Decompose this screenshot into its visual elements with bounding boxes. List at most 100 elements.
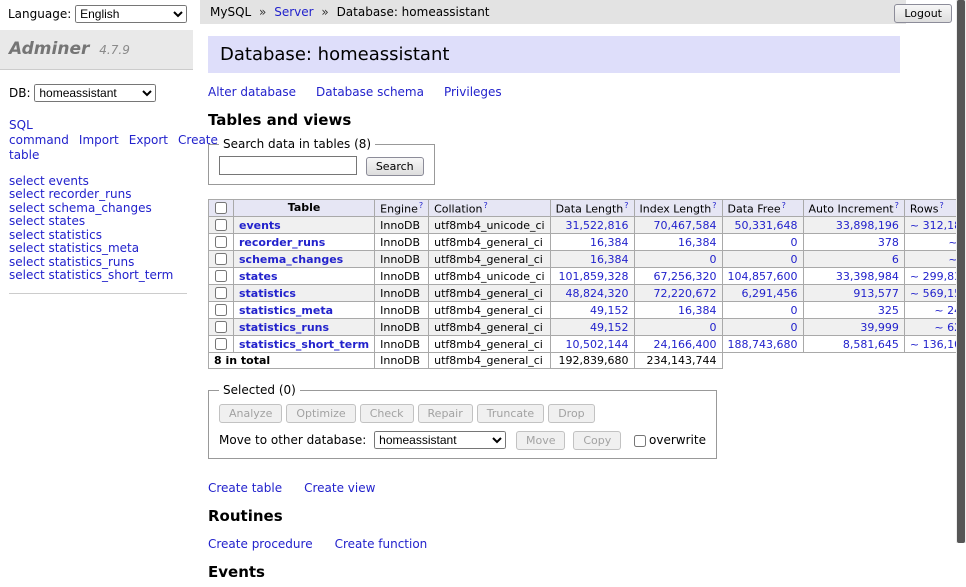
table-link-statistics[interactable]: statistics (239, 287, 296, 300)
cell-auto-increment-link[interactable]: 33,898,196 (809, 219, 899, 232)
cell-data-length-link[interactable]: 16,384 (556, 253, 629, 266)
sidebar-table-link-5[interactable]: select statistics_meta (9, 242, 187, 255)
cell-data-length-link[interactable]: 101,859,328 (556, 270, 629, 283)
row-checkbox-schema_changes[interactable] (215, 253, 227, 265)
cell-data-free-link[interactable]: 50,331,648 (728, 219, 798, 232)
cell-data-free-link[interactable]: 188,743,680 (728, 338, 798, 351)
table-link-statistics_short_term[interactable]: statistics_short_term (239, 338, 369, 351)
cell-data-length-link[interactable]: 10,502,144 (556, 338, 629, 351)
row-checkbox-recorder_runs[interactable] (215, 236, 227, 248)
copy-button[interactable]: Copy (573, 431, 621, 450)
cell-data-free-link[interactable]: 0 (728, 304, 798, 317)
create-link-0[interactable]: Create table (208, 481, 282, 495)
cell-data-length-link[interactable]: 48,824,320 (556, 287, 629, 300)
routine-link-0[interactable]: Create procedure (208, 537, 313, 551)
move-row: Move to other database: homeassistant Mo… (219, 431, 706, 450)
cell-data-free-link[interactable]: 6,291,456 (728, 287, 798, 300)
row-checkbox-events[interactable] (215, 219, 227, 231)
sidebar-link-2[interactable]: Export (129, 133, 168, 147)
cell-auto-increment-link[interactable]: 6 (809, 253, 899, 266)
cell-index-length-link[interactable]: 16,384 (640, 236, 717, 249)
table-link-recorder_runs[interactable]: recorder_runs (239, 236, 325, 249)
db-select[interactable]: homeassistant (34, 84, 156, 102)
sidebar-table-link-6[interactable]: select statistics_runs (9, 256, 187, 269)
cell-auto-increment-link[interactable]: 378 (809, 236, 899, 249)
sidebar-table-link-4[interactable]: select statistics (9, 229, 187, 242)
row-checkbox-statistics_meta[interactable] (215, 304, 227, 316)
cell-data-length: 49,152 (550, 302, 634, 319)
help-link[interactable]: ? (939, 201, 943, 210)
cell-data-free-link[interactable]: 0 (728, 253, 798, 266)
cell-data-length-link[interactable]: 49,152 (556, 321, 629, 334)
cell-auto-increment-link[interactable]: 325 (809, 304, 899, 317)
routine-link-1[interactable]: Create function (335, 537, 428, 551)
help-link[interactable]: ? (782, 201, 786, 210)
sidebar-table-link-7[interactable]: select statistics_short_term (9, 269, 187, 282)
check-button[interactable]: Check (360, 404, 414, 423)
repair-button[interactable]: Repair (418, 404, 473, 423)
row-checkbox-statistics_short_term[interactable] (215, 338, 227, 350)
move-button[interactable]: Move (516, 431, 566, 450)
cell-index-length-link[interactable]: 16,384 (640, 304, 717, 317)
help-link[interactable]: ? (483, 201, 487, 210)
help-link[interactable]: ? (624, 201, 628, 210)
cell-index-length-link[interactable]: 72,220,672 (640, 287, 717, 300)
sidebar-table-link-1[interactable]: select recorder_runs (9, 188, 187, 201)
scrollbar-thumb[interactable] (957, 0, 965, 543)
cell-collation: utf8mb4_general_ci (429, 234, 550, 251)
cell-data-free-link[interactable]: 0 (728, 236, 798, 249)
breadcrumb-server-link[interactable]: Server (274, 5, 313, 19)
cell-index-length-link[interactable]: 24,166,400 (640, 338, 717, 351)
table-link-statistics_runs[interactable]: statistics_runs (239, 321, 329, 334)
cell-index-length-link[interactable]: 67,256,320 (640, 270, 717, 283)
vertical-scrollbar[interactable] (956, 0, 966, 543)
row-checkbox-statistics_runs[interactable] (215, 321, 227, 333)
cell-data-free-link[interactable]: 104,857,600 (728, 270, 798, 283)
cell-table-name: events (234, 217, 375, 234)
optimize-button[interactable]: Optimize (286, 404, 355, 423)
db-action-0[interactable]: Alter database (208, 85, 296, 99)
cell-index-length-link[interactable]: 70,467,584 (640, 219, 717, 232)
cell-data-length: 48,824,320 (550, 285, 634, 302)
logout-button[interactable]: Logout (894, 4, 952, 23)
table-link-states[interactable]: states (239, 270, 278, 283)
help-link[interactable]: ? (712, 201, 716, 210)
routines-heading: Routines (208, 507, 908, 525)
table-link-statistics_meta[interactable]: statistics_meta (239, 304, 333, 317)
cell-index-length-link[interactable]: 0 (640, 253, 717, 266)
search-legend: Search data in tables (8) (219, 137, 375, 151)
cell-data-length-link[interactable]: 49,152 (556, 304, 629, 317)
table-link-events[interactable]: events (239, 219, 281, 232)
help-link[interactable]: ? (895, 201, 899, 210)
sidebar-table-link-3[interactable]: select states (9, 215, 187, 228)
table-link-schema_changes[interactable]: schema_changes (239, 253, 343, 266)
cell-auto-increment-link[interactable]: 39,999 (809, 321, 899, 334)
cell-auto-increment-link[interactable]: 8,581,645 (809, 338, 899, 351)
db-action-1[interactable]: Database schema (316, 85, 424, 99)
help-link[interactable]: ? (419, 201, 423, 210)
cell-auto-increment-link[interactable]: 33,398,984 (809, 270, 899, 283)
language-select[interactable]: English (75, 5, 187, 23)
search-input[interactable] (219, 156, 357, 175)
row-checkbox-states[interactable] (215, 270, 227, 282)
move-db-select[interactable]: homeassistant (374, 431, 506, 449)
cell-auto-increment-link[interactable]: 913,577 (809, 287, 899, 300)
sidebar-table-link-2[interactable]: select schema_changes (9, 202, 187, 215)
search-button[interactable]: Search (366, 157, 424, 176)
sidebar-link-1[interactable]: Import (79, 133, 119, 147)
overwrite-checkbox[interactable] (634, 435, 646, 447)
cell-data-length-link[interactable]: 16,384 (556, 236, 629, 249)
breadcrumb-separator: » (259, 5, 266, 19)
analyze-button[interactable]: Analyze (219, 404, 282, 423)
sidebar-link-0[interactable]: SQL command (9, 118, 69, 147)
cell-index-length-link[interactable]: 0 (640, 321, 717, 334)
truncate-button[interactable]: Truncate (477, 404, 544, 423)
drop-button[interactable]: Drop (548, 404, 594, 423)
cell-data-length-link[interactable]: 31,522,816 (556, 219, 629, 232)
cell-data-free-link[interactable]: 0 (728, 321, 798, 334)
select-all-checkbox[interactable] (215, 202, 227, 214)
db-action-2[interactable]: Privileges (444, 85, 502, 99)
row-checkbox-statistics[interactable] (215, 287, 227, 299)
sidebar-table-link-0[interactable]: select events (9, 175, 187, 188)
create-link-1[interactable]: Create view (304, 481, 375, 495)
